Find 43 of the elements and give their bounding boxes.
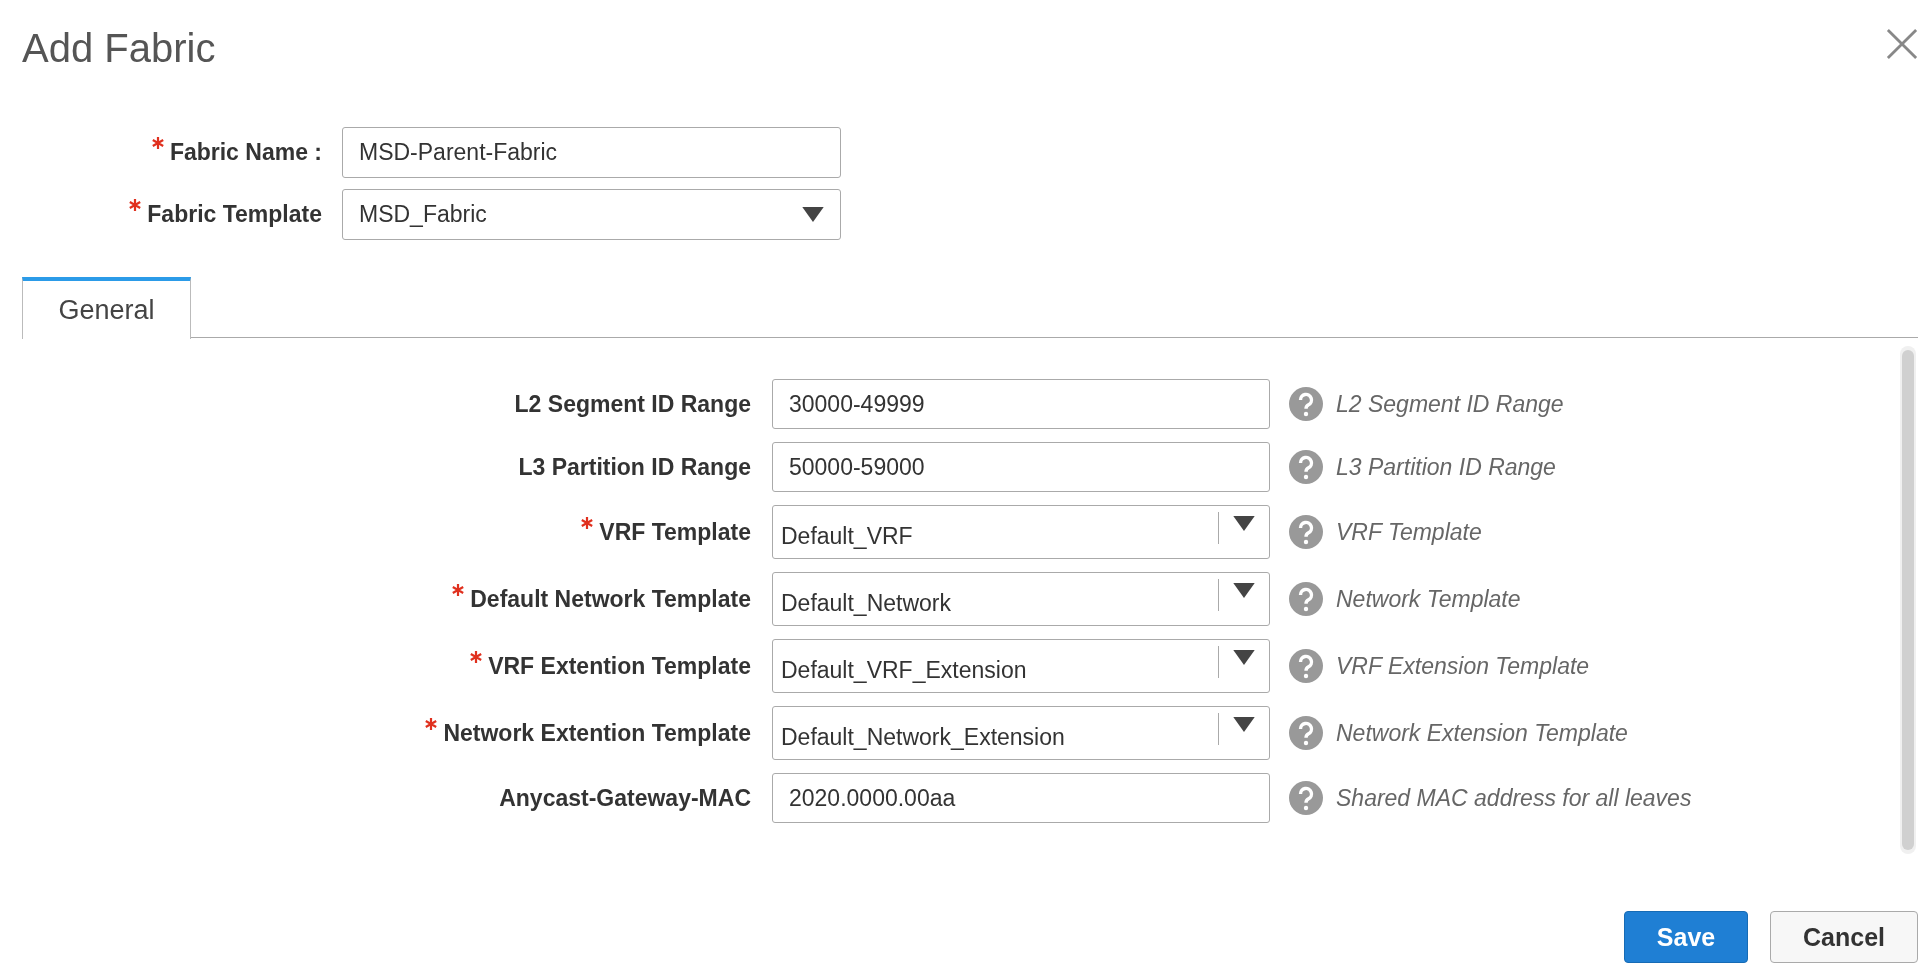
- text-field[interactable]: 50000-59000: [772, 442, 1270, 492]
- help-icon[interactable]: [1289, 716, 1323, 750]
- field-label: VRF Extention Template: [488, 652, 751, 680]
- save-button[interactable]: Save: [1624, 911, 1748, 963]
- dropdown-field[interactable]: Default_VRF_Extension: [772, 639, 1270, 693]
- caret-icon: [1233, 717, 1255, 732]
- dialog-title: Add Fabric: [22, 26, 216, 71]
- help-text: Shared MAC address for all leaves: [1336, 784, 1692, 812]
- dropdown-field[interactable]: Default_Network_Extension: [772, 706, 1270, 760]
- text-field[interactable]: 30000-49999: [772, 379, 1270, 429]
- text-field[interactable]: 2020.0000.00aa: [772, 773, 1270, 823]
- field-label: Fabric Name :: [169, 139, 322, 166]
- dropdown-field[interactable]: MSD_Fabric: [342, 189, 841, 240]
- help-text: Network Extension Template: [1336, 719, 1628, 747]
- close-icon[interactable]: [1886, 28, 1918, 60]
- help-icon[interactable]: [1289, 582, 1323, 616]
- help-icon[interactable]: [1289, 515, 1323, 549]
- help-text: VRF Template: [1336, 518, 1482, 546]
- caret-icon: [1233, 583, 1255, 598]
- dropdown-field[interactable]: Default_Network: [772, 572, 1270, 626]
- help-icon[interactable]: [1289, 387, 1323, 421]
- tab[interactable]: General: [22, 277, 191, 339]
- help-icon[interactable]: [1289, 781, 1323, 815]
- help-icon[interactable]: [1289, 649, 1323, 683]
- scrollbar[interactable]: [1900, 346, 1916, 854]
- help-text: L2 Segment ID Range: [1336, 390, 1564, 418]
- field-label: VRF Template: [599, 518, 751, 546]
- field-label: Fabric Template: [147, 201, 322, 228]
- help-text: VRF Extension Template: [1336, 652, 1590, 680]
- field-label: Anycast-Gateway-MAC: [499, 784, 751, 812]
- field-label: Network Extention Template: [443, 719, 751, 747]
- caret-icon: [802, 207, 824, 222]
- help-text: L3 Partition ID Range: [1336, 453, 1556, 481]
- field-label: L3 Partition ID Range: [518, 453, 751, 481]
- caret-icon: [1233, 650, 1255, 665]
- caret-icon: [1233, 516, 1255, 531]
- help-text: Network Template: [1336, 585, 1521, 613]
- dropdown-field[interactable]: Default_VRF: [772, 505, 1270, 559]
- help-icon[interactable]: [1289, 450, 1323, 484]
- cancel-button[interactable]: Cancel: [1770, 911, 1918, 963]
- text-field[interactable]: MSD-Parent-Fabric: [342, 127, 841, 178]
- field-label: L2 Segment ID Range: [514, 390, 751, 418]
- field-label: Default Network Template: [470, 585, 751, 613]
